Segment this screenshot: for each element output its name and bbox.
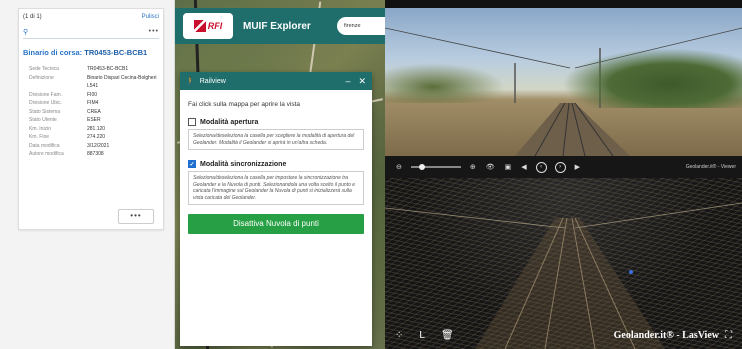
catenary-wire <box>574 202 742 229</box>
attribute-key: Autore modifica <box>29 151 64 157</box>
feature-card: (1 di 1) Pulisci ⚲ ••• Binario di corsa:… <box>18 8 164 230</box>
attribute-key: Sede Tecnica <box>29 66 59 72</box>
eye-icon[interactable]: 👁 <box>486 163 495 171</box>
attribute-value: 281.120 <box>87 125 106 132</box>
sync-mode-checkbox[interactable]: ✓ <box>188 160 196 168</box>
attribute-value: FI00 <box>87 91 98 98</box>
attribute-panel: (1 di 1) Pulisci ⚲ ••• Binario di corsa:… <box>0 0 175 349</box>
app-title: MUIF Explorer <box>243 20 311 32</box>
fullscreen-icon[interactable]: ⛶ <box>725 330 732 341</box>
next-icon[interactable]: ▶ <box>575 163 580 171</box>
viewer-label: Geolander.it® - Viewer <box>685 164 736 170</box>
attribute-row: Km. Inizio 281.120 <box>29 125 157 134</box>
attribute-row: Definizione Binario Dispari Cecina-Bolghe… <box>29 74 157 91</box>
card-header: (1 di 1) Pulisci <box>19 9 163 25</box>
railview-title: Railview <box>199 77 226 85</box>
attribute-key: Data modifica <box>29 142 60 149</box>
image-icon[interactable]: ▣ <box>505 163 512 171</box>
attribute-value: TR0453-BC-BCB1 <box>87 66 129 72</box>
railview-panel: 🚶 Railview – ✕ Fai click sulla mappa per… <box>180 72 372 346</box>
feature-title-code: TR0453-BC-BCB1 <box>84 48 148 57</box>
step-forward-icon[interactable]: › <box>554 161 566 173</box>
points-tool-icon[interactable]: ⁘ <box>395 330 403 341</box>
attribute-key: Divisione Ubic. <box>29 100 63 106</box>
viewer-toolbar: ⊖ ⊕ 👁 ▣ ◀ ‹ › ▶ Geolander.it® - Viewer <box>385 156 742 178</box>
track-bed <box>515 103 630 156</box>
trees <box>385 63 505 103</box>
attribute-row: Divisione Fam. FI00 <box>29 91 157 100</box>
app-header: RFI MUIF Explorer firenze <box>175 8 385 44</box>
zoom-out-icon[interactable]: ⊖ <box>396 163 402 171</box>
attribute-value: 887308 <box>87 151 104 157</box>
person-walk-icon: 🚶 <box>186 78 195 85</box>
attribute-key: Km. Fine <box>29 134 50 140</box>
pager-label: (1 di 1) <box>23 14 42 20</box>
attribute-value: FIM4 <box>87 100 99 106</box>
attribute-key: Stato Sistema <box>29 108 61 115</box>
railview-header: 🚶 Railview – ✕ <box>180 72 372 90</box>
rfi-logo: RFI <box>183 13 233 39</box>
railway-photo-view[interactable] <box>385 8 742 156</box>
feature-title: Binario di corsa: TR0453-BC-BCB1 <box>19 39 163 63</box>
feature-title-prefix: Binario di corsa: <box>23 48 85 57</box>
zoom-slider-knob[interactable] <box>418 164 425 170</box>
zoom-slider[interactable] <box>410 164 461 170</box>
attribute-value: ESER <box>87 117 101 123</box>
feature-search-bar[interactable]: ⚲ ••• <box>23 25 159 39</box>
zoom-in-icon[interactable]: ⊕ <box>470 163 476 171</box>
lasview-toolbar: ⁘ L 🗑 Geolander.it® - LasView ⛶ <box>385 321 742 349</box>
attribute-row: Km. Fine 274.220 <box>29 133 157 142</box>
attribute-row: Data modifica 3/12/2021 <box>29 142 157 151</box>
rfi-logo-mark-icon <box>193 20 206 32</box>
attribute-table: Sede Tecnica TR0453-BC-BCB1 Definizione Bi… <box>29 65 157 159</box>
previous-icon[interactable]: ◀ <box>521 163 526 171</box>
opening-mode-description: Seleziona/deseleziona la casella per sce… <box>188 129 364 150</box>
location-search-input[interactable]: firenze <box>337 17 385 35</box>
selected-point-marker <box>629 270 633 274</box>
geolander-viewer: ⊖ ⊕ 👁 ▣ ◀ ‹ › ▶ Geolander.it® - Viewer ⁘… <box>385 0 742 349</box>
lasview-brand: Geolander.it® - LasView <box>613 329 719 341</box>
sync-mode-description: Seleziona/deseleziona la casella per imp… <box>188 171 364 205</box>
trash-icon[interactable]: 🗑 <box>441 330 454 341</box>
attribute-row: Stato Utente ESER <box>29 116 157 125</box>
opening-mode-label: Modalità apertura <box>200 118 259 126</box>
attribute-key: Divisione Fam. <box>29 91 63 98</box>
measure-tool-icon[interactable]: L <box>419 330 425 341</box>
sync-mode-option[interactable]: ✓ Modalità sincronizzazione <box>188 160 364 168</box>
clear-link[interactable]: Pulisci <box>142 14 159 20</box>
attribute-value: 274.220 <box>87 134 106 140</box>
railview-intro: Fai click sulla mappa per aprire la vist… <box>188 101 300 108</box>
attribute-row: Divisione Ubic. FIM4 <box>29 99 157 108</box>
disable-point-cloud-button[interactable]: Disattiva Nuvola di punti <box>188 214 364 234</box>
attribute-value: 3/12/2021 <box>87 142 110 149</box>
close-button[interactable]: ✕ <box>358 76 366 87</box>
catenary-wire <box>385 27 571 69</box>
rfi-logo-text: RFI <box>207 21 223 31</box>
step-back-icon[interactable]: ‹ <box>535 161 547 173</box>
opening-mode-checkbox[interactable] <box>188 118 196 126</box>
railview-body: Fai click sulla mappa per aprire la vist… <box>180 90 372 242</box>
attribute-value: Binario Dispari Cecina-Bolgheri L541 <box>87 74 157 90</box>
attribute-key: Km. Inizio <box>29 125 51 132</box>
more-options-button[interactable]: ••• <box>118 209 154 224</box>
menu-dots-icon[interactable]: ••• <box>149 28 159 35</box>
attribute-key: Definizione <box>29 74 54 81</box>
sync-mode-label: Modalità sincronizzazione <box>200 160 287 168</box>
attribute-key: Stato Utente <box>29 117 57 123</box>
attribute-row: Autore modifica 887308 <box>29 150 157 159</box>
trees <box>562 48 742 108</box>
search-icon[interactable]: ⚲ <box>23 28 28 36</box>
opening-mode-option[interactable]: Modalità apertura <box>188 118 364 126</box>
attribute-row: Sede Tecnica TR0453-BC-BCB1 <box>29 65 157 74</box>
minimize-button[interactable]: – <box>345 76 350 86</box>
catenary-wire <box>385 207 566 229</box>
attribute-value: CREA <box>87 108 101 115</box>
attribute-row: Stato Sistema CREA <box>29 108 157 117</box>
